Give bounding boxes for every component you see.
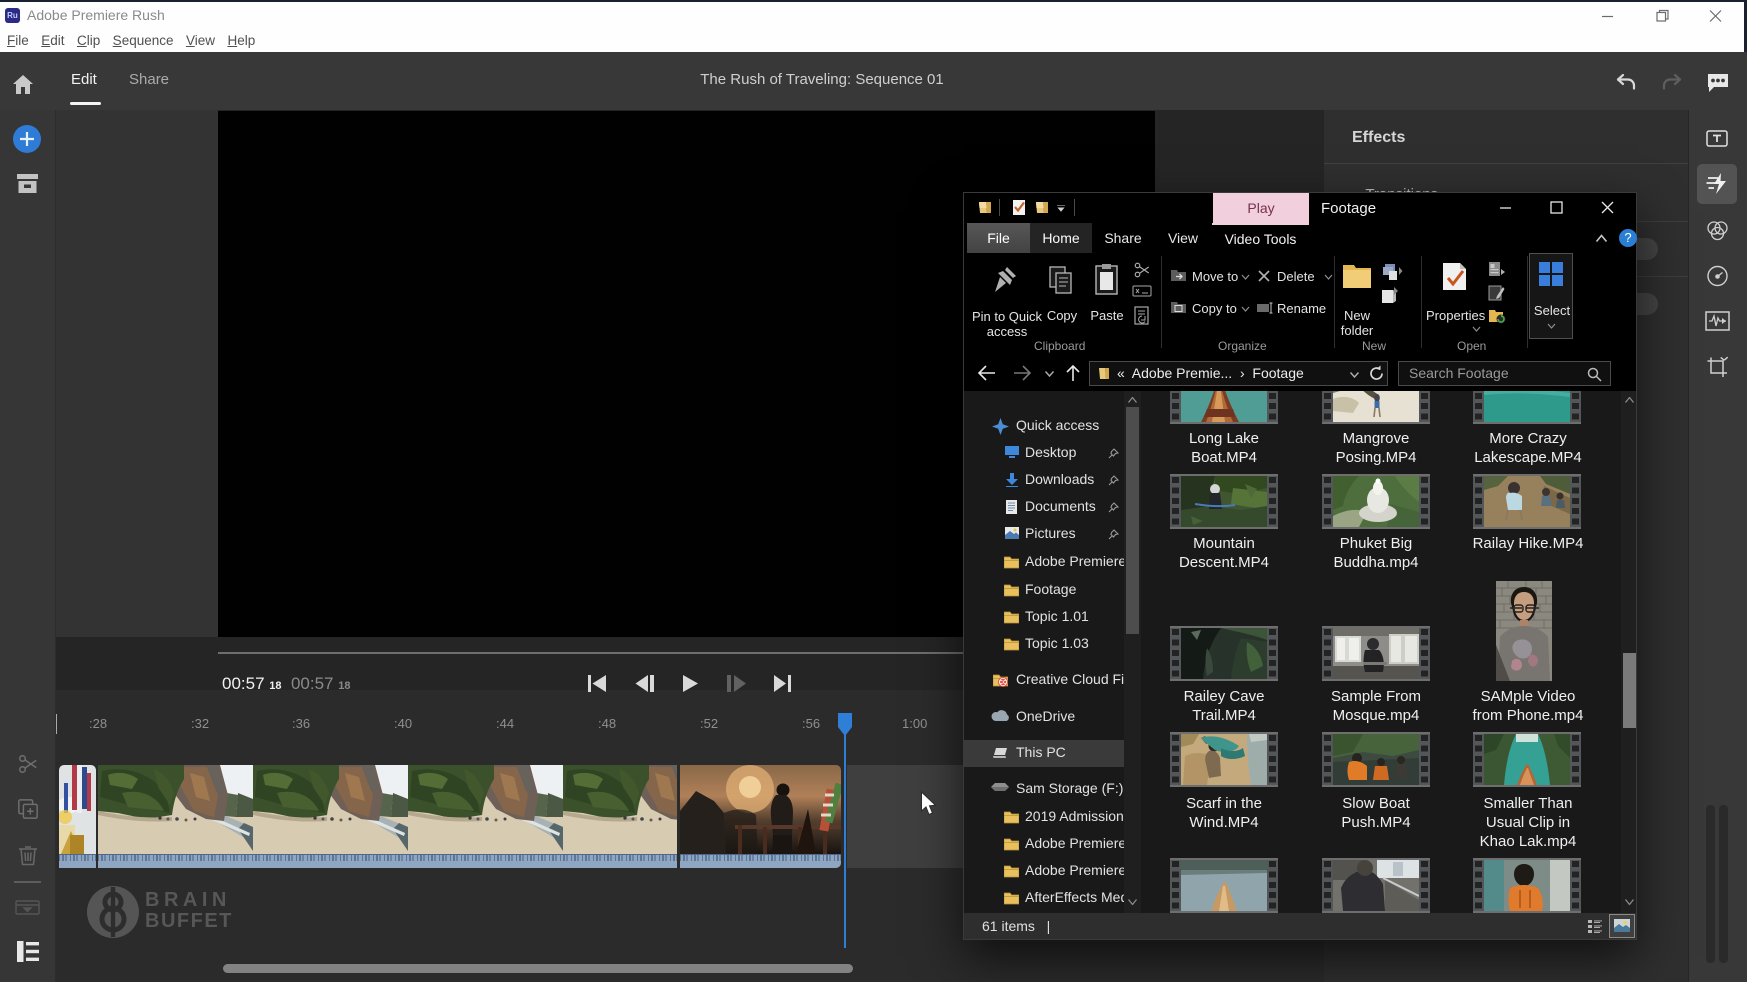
svg-text:CC: CC — [999, 680, 1007, 686]
